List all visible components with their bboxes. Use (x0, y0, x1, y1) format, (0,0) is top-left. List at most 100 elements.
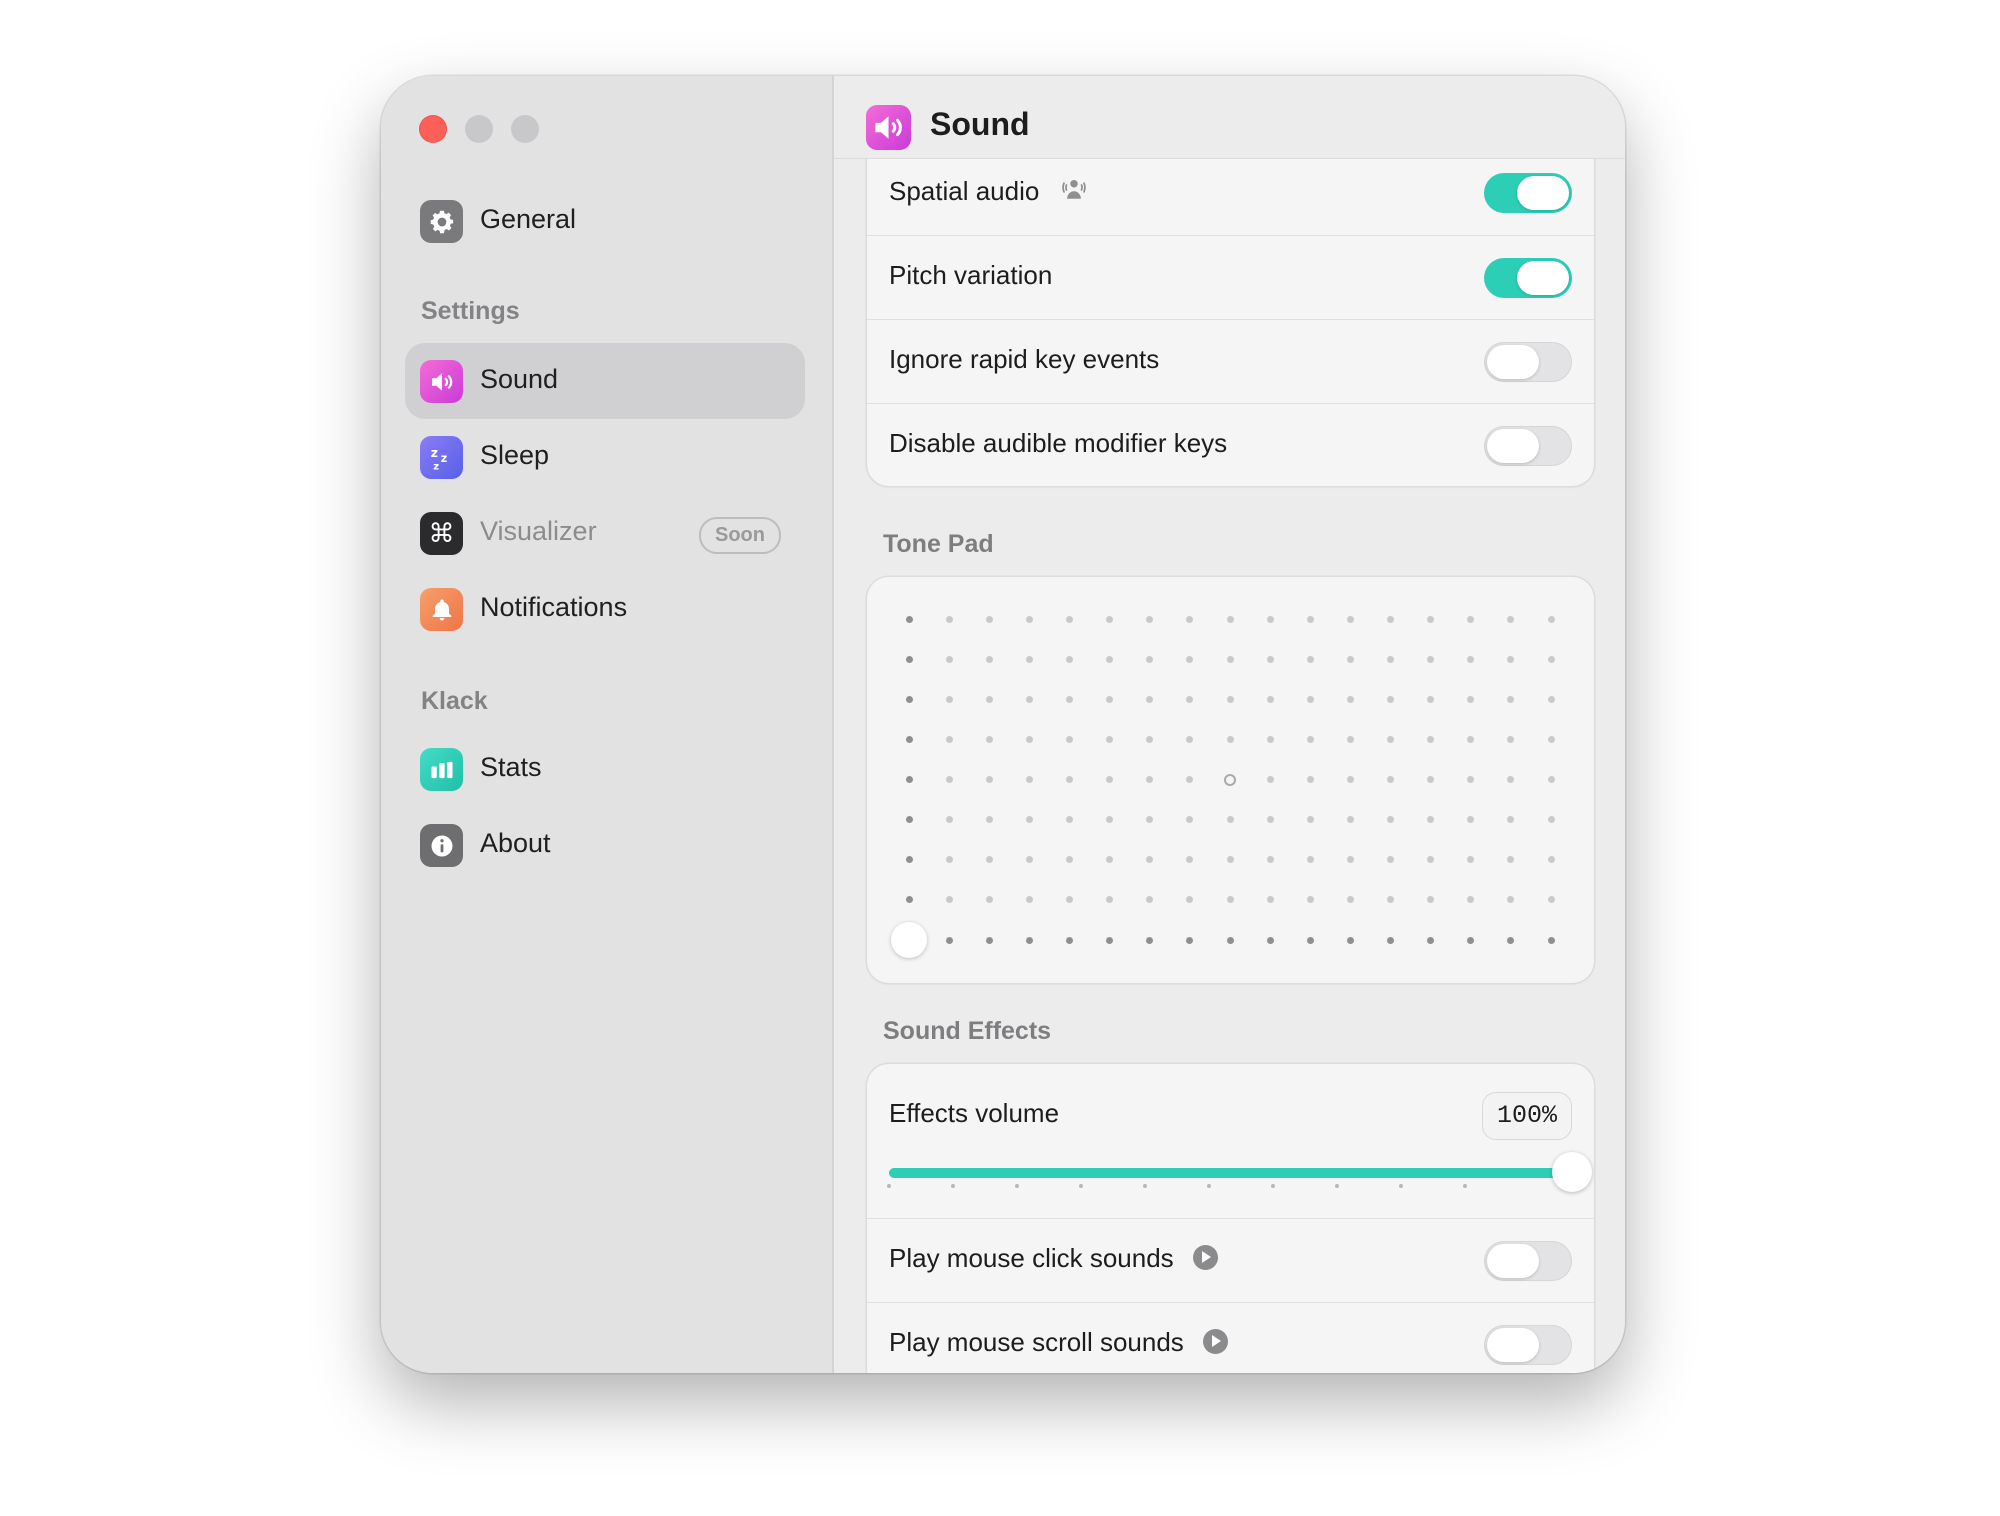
slider-tick (1271, 1184, 1275, 1188)
speaker-icon (420, 360, 463, 403)
tone-pad-handle[interactable] (891, 922, 927, 958)
zoom-button[interactable] (511, 115, 539, 143)
tone-pad-dot (1467, 896, 1475, 904)
slider-fill (889, 1168, 1572, 1178)
tone-pad[interactable] (867, 577, 1594, 983)
window-controls (419, 115, 539, 143)
tone-pad-dot (1507, 776, 1515, 783)
minimize-button[interactable] (465, 115, 493, 143)
tone-pad-dot (1146, 776, 1154, 783)
disable-audible-modifier-keys-label: Disable audible modifier keys (889, 428, 1228, 458)
tone-pad-dot (1306, 776, 1314, 783)
toggle-knob (1487, 345, 1539, 379)
tone-pad-dot (1106, 655, 1114, 663)
disable-audible-modifier-keys-toggle[interactable] (1484, 426, 1572, 466)
mouse-scroll-sounds-label: Play mouse scroll sounds (889, 1327, 1184, 1357)
sidebar-item-stats[interactable]: Stats (405, 731, 805, 807)
slider-knob[interactable] (1552, 1152, 1592, 1192)
tone-pad-dot (985, 655, 993, 663)
title-bar: Sound (834, 76, 1625, 159)
tone-pad-dot (1106, 735, 1114, 743)
mouse-click-sounds-toggle[interactable] (1484, 1241, 1572, 1281)
tone-pad-dot (1066, 615, 1073, 623)
ignore-rapid-key-events-label: Ignore rapid key events (889, 344, 1160, 374)
sidebar-item-visualizer[interactable]: ⌘ Visualizer Soon (405, 495, 805, 571)
tone-pad-dot (1025, 936, 1033, 944)
tone-pad-dot (1547, 896, 1555, 904)
tone-pad-dot (1106, 936, 1114, 944)
tone-pad-dot (1226, 735, 1234, 743)
sidebar-item-label: Stats (480, 752, 542, 782)
tone-pad-dot (1547, 816, 1555, 824)
tone-pad-dot (905, 615, 913, 623)
pitch-variation-toggle[interactable] (1484, 258, 1572, 298)
tone-pad-dot (1507, 615, 1515, 623)
tone-pad-dot (1346, 695, 1354, 703)
tone-pad-dot (1186, 615, 1194, 623)
tone-pad-dot (1346, 655, 1354, 663)
slider-tick (1463, 1184, 1467, 1188)
tone-pad-dot (985, 776, 993, 783)
tone-pad-dot (945, 936, 953, 944)
toggle-knob (1517, 261, 1569, 295)
tone-pad-dot (1387, 896, 1394, 904)
gear-icon (420, 200, 463, 243)
slider-tick (1207, 1184, 1211, 1188)
tone-pad-dot (1387, 655, 1394, 663)
tone-pad-dot (985, 695, 993, 703)
slider-tick (951, 1184, 955, 1188)
mouse-scroll-sounds-toggle[interactable] (1484, 1325, 1572, 1365)
tone-pad-dot (945, 896, 953, 904)
tone-pad-dot (1467, 936, 1475, 944)
sidebar-item-label: Notifications (480, 592, 628, 622)
tone-pad-dot (1306, 615, 1314, 623)
tone-pad-dot (1106, 856, 1114, 864)
tone-pad-dot (1387, 735, 1394, 743)
tone-pad-dot (1146, 615, 1154, 623)
tone-pad-dot (1467, 615, 1475, 623)
tone-pad-dot (1547, 695, 1555, 703)
ignore-rapid-key-events-toggle[interactable] (1484, 342, 1572, 382)
tone-pad-dot (1226, 695, 1234, 703)
tone-pad-dot (1266, 735, 1274, 743)
play-icon[interactable] (1192, 1245, 1218, 1270)
mouse-click-sounds-label: Play mouse click sounds (889, 1243, 1174, 1273)
tone-pad-dot (1025, 735, 1033, 743)
sidebar-item-about[interactable]: About (405, 807, 805, 883)
tone-pad-dot (1025, 615, 1033, 623)
tone-pad-dot (1146, 695, 1154, 703)
slider-tick (1335, 1184, 1339, 1188)
tone-pad-dot (1025, 816, 1033, 824)
tone-pad-dot (985, 936, 993, 944)
setting-row-pitch-variation: Pitch variation (867, 235, 1594, 320)
tone-pad-dot (1306, 816, 1314, 824)
play-icon[interactable] (1203, 1329, 1229, 1354)
spatial-audio-toggle[interactable] (1484, 173, 1572, 213)
tone-pad-dot (1106, 896, 1114, 904)
pitch-variation-label: Pitch variation (889, 260, 1053, 290)
tone-pad-dot (1025, 856, 1033, 864)
effects-volume-value: 100% (1481, 1092, 1572, 1140)
sidebar-item-label: General (480, 204, 577, 234)
tone-pad-dot (1427, 816, 1435, 824)
effects-volume-slider[interactable] (889, 1152, 1592, 1192)
sidebar-item-sound[interactable]: Sound (405, 343, 805, 419)
tone-pad-dot (1226, 816, 1234, 824)
tone-pad-dot (1427, 936, 1435, 944)
svg-text:z: z (440, 451, 447, 464)
tone-pad-dot (1346, 615, 1354, 623)
setting-row-spatial-audio: Spatial audio (867, 151, 1594, 235)
tone-pad-dot (1346, 896, 1354, 904)
tone-pad-dot (1266, 615, 1274, 623)
tone-pad-dot (1387, 936, 1394, 944)
setting-label: Spatial audio (889, 175, 1089, 212)
tone-pad-dot (1547, 936, 1555, 944)
tone-pad-dot (1146, 655, 1154, 663)
sidebar-item-notifications[interactable]: Notifications (405, 571, 805, 647)
tone-pad-dot (945, 655, 953, 663)
sidebar-item-general[interactable]: General (405, 183, 805, 259)
tone-pad-dot (1066, 816, 1073, 824)
sidebar-item-sleep[interactable]: zzz Sleep (405, 419, 805, 495)
sidebar-item-label: Visualizer (480, 516, 597, 546)
close-button[interactable] (419, 115, 447, 143)
